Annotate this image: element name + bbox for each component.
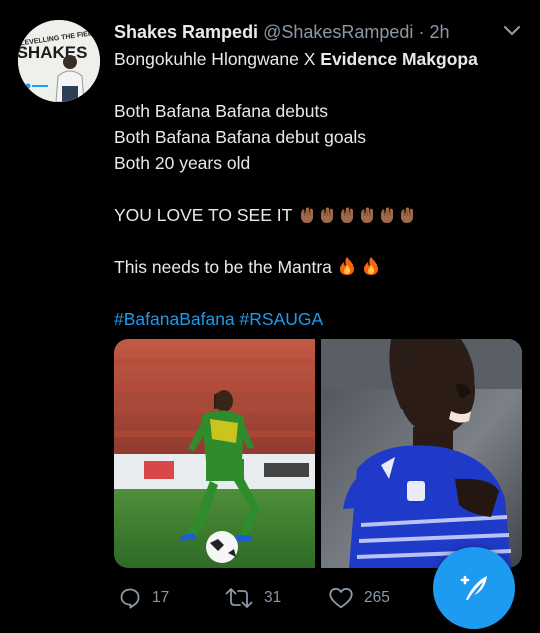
tweet-time[interactable]: 2h xyxy=(429,22,449,42)
text-line-6-label: This needs to be the Mantra xyxy=(114,257,332,277)
text-line-1: Bongokuhle Hlongwane X Evidence Makgopa xyxy=(114,46,524,72)
retweet-icon xyxy=(225,588,253,608)
photo-green-kit-player[interactable] xyxy=(114,339,315,568)
like-count: 265 xyxy=(364,589,390,606)
clapping-hands-emoji xyxy=(321,207,334,223)
heart-icon xyxy=(329,587,353,609)
separator-dot: · xyxy=(418,22,425,42)
clapping-hands-emoji xyxy=(381,207,394,223)
chevron-down-icon[interactable] xyxy=(500,18,524,42)
avatar-logo-text: SHAKES xyxy=(18,43,87,62)
mention-evidence-makgopa[interactable]: Evidence Makgopa xyxy=(320,49,478,69)
clapping-hands-emoji xyxy=(301,207,314,223)
media-grid xyxy=(114,339,522,568)
hashtag-bafanabafana[interactable]: #BafanaBafana xyxy=(114,309,235,329)
text-line-4: Both 20 years old xyxy=(114,153,251,173)
retweet-count: 31 xyxy=(264,589,282,606)
clapping-hands-emoji-row xyxy=(298,206,417,224)
text-line-2: Both Bafana Bafana debuts xyxy=(114,101,329,121)
author-name[interactable]: Shakes Rampedi xyxy=(114,22,258,42)
text-line-6: This needs to be the Mantra xyxy=(114,254,524,280)
reply-button[interactable]: 17 xyxy=(118,586,169,610)
tweet-header: Shakes Rampedi @ShakesRampedi · 2h xyxy=(114,20,450,44)
clapping-hands-emoji xyxy=(341,207,354,223)
reply-icon xyxy=(120,588,140,609)
retweet-button[interactable]: 31 xyxy=(224,586,281,610)
text-line-3: Both Bafana Bafana debut goals xyxy=(114,127,367,147)
clapping-hands-emoji xyxy=(361,207,374,223)
compose-tweet-icon xyxy=(460,575,487,600)
reply-count: 17 xyxy=(152,589,170,606)
like-button[interactable]: 265 xyxy=(328,586,390,610)
fire-emoji xyxy=(363,257,378,275)
text-line-5-label: YOU LOVE TO SEE IT xyxy=(114,205,293,225)
author-handle[interactable]: @ShakesRampedi xyxy=(263,22,413,42)
hashtag-rsauga[interactable]: #RSAUGA xyxy=(240,309,324,329)
tweet[interactable]: LEVELLING THE FIELD SHAKES Shakes Ramped… xyxy=(0,0,540,633)
tweet-actions: 17 31 265 xyxy=(114,586,414,612)
tweet-text: Bongokuhle Hlongwane X Evidence Makgopa … xyxy=(114,46,524,332)
text-line-1-prefix: Bongokuhle Hlongwane X xyxy=(114,49,321,69)
clapping-hands-emoji xyxy=(401,207,414,223)
photo-blue-kit-player[interactable] xyxy=(321,339,522,568)
text-line-5: YOU LOVE TO SEE IT xyxy=(114,202,524,228)
fire-emoji xyxy=(339,257,354,275)
avatar[interactable]: LEVELLING THE FIELD SHAKES xyxy=(18,20,100,102)
fire-emoji-row xyxy=(338,256,380,276)
compose-tweet-button[interactable] xyxy=(433,547,515,629)
hashtags: #BafanaBafana #RSAUGA xyxy=(114,306,524,332)
